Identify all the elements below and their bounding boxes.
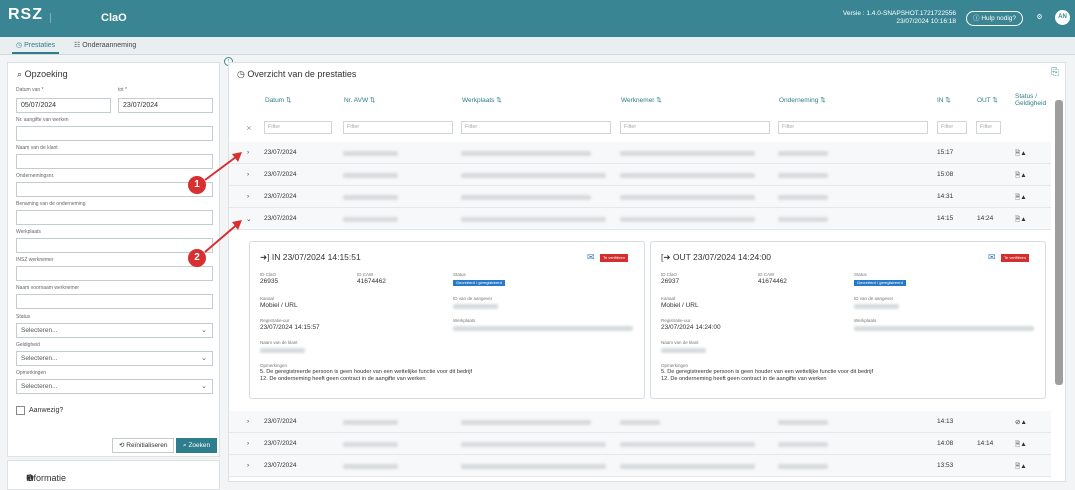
arrowhead-1-icon [232, 152, 242, 162]
annotation-arrows [204, 152, 242, 253]
annotation-arrow-1 [204, 153, 241, 181]
annotation-marker-2: 2 [188, 249, 206, 267]
annotation-arrow-2 [204, 221, 241, 253]
annotation-marker-1: 1 [188, 176, 206, 194]
